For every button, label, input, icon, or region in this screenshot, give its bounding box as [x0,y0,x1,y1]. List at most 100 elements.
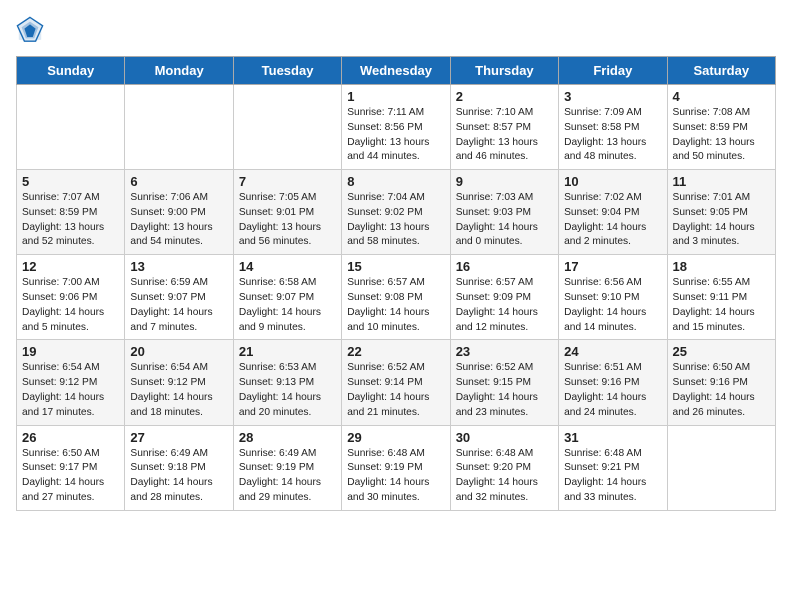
calendar-cell: 5Sunrise: 7:07 AM Sunset: 8:59 PM Daylig… [17,170,125,255]
calendar-cell: 13Sunrise: 6:59 AM Sunset: 9:07 PM Dayli… [125,255,233,340]
calendar-cell: 10Sunrise: 7:02 AM Sunset: 9:04 PM Dayli… [559,170,667,255]
calendar-cell: 26 Sunrise: 6:50 AM Sunset: 9:17 PM Dayli… [17,425,125,510]
calendar-cell: 18 Sunrise: 6:55 AM Sunset: 9:11 PM Dayli… [667,255,775,340]
calendar-week-1: 1Sunrise: 7:11 AM Sunset: 8:56 PM Daylig… [17,85,776,170]
day-info: Sunrise: 6:55 AM Sunset: 9:11 PM Dayligh… [673,276,770,335]
calendar-week-5: 26 Sunrise: 6:50 AM Sunset: 9:17 PM Dayli… [17,425,776,510]
calendar-week-4: 19 Sunrise: 6:54 AM Sunset: 9:12 PM Dayli… [17,340,776,425]
day-info: Sunrise: 7:04 AM Sunset: 9:02 PM Dayligh… [347,191,444,250]
day-number: 8 [347,174,444,189]
weekday-header-monday: Monday [125,57,233,85]
day-number: 2 [456,89,553,104]
day-number: 9 [456,174,553,189]
day-info: Sunrise: 6:49 AM Sunset: 9:18 PM Dayligh… [130,447,227,506]
day-number: 24 [564,344,661,359]
calendar-cell: 15 Sunrise: 6:57 AM Sunset: 9:08 PM Dayli… [342,255,450,340]
day-number: 25 [673,344,770,359]
day-info: Sunrise: 7:02 AM Sunset: 9:04 PM Dayligh… [564,191,661,250]
day-info: Sunrise: 7:07 AM Sunset: 8:59 PM Dayligh… [22,191,119,250]
day-info: Sunrise: 6:56 AM Sunset: 9:10 PM Dayligh… [564,276,661,335]
day-info: Sunrise: 7:01 AM Sunset: 9:05 PM Dayligh… [673,191,770,250]
calendar-cell: 8 Sunrise: 7:04 AM Sunset: 9:02 PM Daylig… [342,170,450,255]
day-info: Sunrise: 6:58 AM Sunset: 9:07 PM Dayligh… [239,276,336,335]
day-info: Sunrise: 6:52 AM Sunset: 9:15 PM Dayligh… [456,361,553,420]
calendar-cell [17,85,125,170]
calendar-cell: 12 Sunrise: 7:00 AM Sunset: 9:06 PM Dayli… [17,255,125,340]
day-number: 23 [456,344,553,359]
day-info: Sunrise: 6:53 AM Sunset: 9:13 PM Dayligh… [239,361,336,420]
logo-icon [16,16,44,44]
day-number: 3 [564,89,661,104]
day-number: 22 [347,344,444,359]
calendar-table: SundayMondayTuesdayWednesdayThursdayFrid… [16,56,776,511]
weekday-row: SundayMondayTuesdayWednesdayThursdayFrid… [17,57,776,85]
weekday-header-thursday: Thursday [450,57,558,85]
calendar-cell: 20Sunrise: 6:54 AM Sunset: 9:12 PM Dayli… [125,340,233,425]
calendar-cell: 27 Sunrise: 6:49 AM Sunset: 9:18 PM Dayli… [125,425,233,510]
calendar-cell: 31Sunrise: 6:48 AM Sunset: 9:21 PM Dayli… [559,425,667,510]
weekday-header-saturday: Saturday [667,57,775,85]
day-number: 6 [130,174,227,189]
day-number: 30 [456,430,553,445]
day-number: 21 [239,344,336,359]
calendar-week-2: 5Sunrise: 7:07 AM Sunset: 8:59 PM Daylig… [17,170,776,255]
calendar-cell: 7 Sunrise: 7:05 AM Sunset: 9:01 PM Daylig… [233,170,341,255]
weekday-header-wednesday: Wednesday [342,57,450,85]
day-number: 18 [673,259,770,274]
calendar-cell: 2 Sunrise: 7:10 AM Sunset: 8:57 PM Daylig… [450,85,558,170]
logo [16,16,48,44]
calendar-cell: 21 Sunrise: 6:53 AM Sunset: 9:13 PM Dayli… [233,340,341,425]
calendar-cell: 6 Sunrise: 7:06 AM Sunset: 9:00 PM Daylig… [125,170,233,255]
day-number: 12 [22,259,119,274]
calendar-cell [125,85,233,170]
day-number: 4 [673,89,770,104]
day-info: Sunrise: 6:52 AM Sunset: 9:14 PM Dayligh… [347,361,444,420]
weekday-header-sunday: Sunday [17,57,125,85]
day-info: Sunrise: 6:48 AM Sunset: 9:19 PM Dayligh… [347,447,444,506]
calendar-cell: 11 Sunrise: 7:01 AM Sunset: 9:05 PM Dayli… [667,170,775,255]
day-info: Sunrise: 7:10 AM Sunset: 8:57 PM Dayligh… [456,106,553,165]
day-info: Sunrise: 7:09 AM Sunset: 8:58 PM Dayligh… [564,106,661,165]
page-header [16,16,776,44]
calendar-cell: 4 Sunrise: 7:08 AM Sunset: 8:59 PM Daylig… [667,85,775,170]
day-info: Sunrise: 7:00 AM Sunset: 9:06 PM Dayligh… [22,276,119,335]
day-number: 17 [564,259,661,274]
day-info: Sunrise: 6:57 AM Sunset: 9:09 PM Dayligh… [456,276,553,335]
day-number: 11 [673,174,770,189]
day-info: Sunrise: 7:06 AM Sunset: 9:00 PM Dayligh… [130,191,227,250]
day-info: Sunrise: 6:57 AM Sunset: 9:08 PM Dayligh… [347,276,444,335]
day-info: Sunrise: 7:11 AM Sunset: 8:56 PM Dayligh… [347,106,444,165]
calendar-cell: 22 Sunrise: 6:52 AM Sunset: 9:14 PM Dayli… [342,340,450,425]
weekday-header-friday: Friday [559,57,667,85]
day-info: Sunrise: 6:59 AM Sunset: 9:07 PM Dayligh… [130,276,227,335]
calendar-cell: 19 Sunrise: 6:54 AM Sunset: 9:12 PM Dayli… [17,340,125,425]
day-number: 19 [22,344,119,359]
day-number: 29 [347,430,444,445]
calendar-cell: 9 Sunrise: 7:03 AM Sunset: 9:03 PM Daylig… [450,170,558,255]
day-info: Sunrise: 7:05 AM Sunset: 9:01 PM Dayligh… [239,191,336,250]
day-info: Sunrise: 7:03 AM Sunset: 9:03 PM Dayligh… [456,191,553,250]
calendar-cell: 28 Sunrise: 6:49 AM Sunset: 9:19 PM Dayli… [233,425,341,510]
day-number: 28 [239,430,336,445]
calendar-cell: 24 Sunrise: 6:51 AM Sunset: 9:16 PM Dayli… [559,340,667,425]
day-info: Sunrise: 6:49 AM Sunset: 9:19 PM Dayligh… [239,447,336,506]
day-info: Sunrise: 7:08 AM Sunset: 8:59 PM Dayligh… [673,106,770,165]
day-number: 20 [130,344,227,359]
calendar-cell [667,425,775,510]
calendar-cell: 16 Sunrise: 6:57 AM Sunset: 9:09 PM Dayli… [450,255,558,340]
weekday-header-tuesday: Tuesday [233,57,341,85]
day-info: Sunrise: 6:48 AM Sunset: 9:20 PM Dayligh… [456,447,553,506]
day-info: Sunrise: 6:50 AM Sunset: 9:16 PM Dayligh… [673,361,770,420]
calendar-cell: 25 Sunrise: 6:50 AM Sunset: 9:16 PM Dayli… [667,340,775,425]
day-info: Sunrise: 6:51 AM Sunset: 9:16 PM Dayligh… [564,361,661,420]
day-info: Sunrise: 6:50 AM Sunset: 9:17 PM Dayligh… [22,447,119,506]
day-number: 15 [347,259,444,274]
calendar-cell: 23 Sunrise: 6:52 AM Sunset: 9:15 PM Dayli… [450,340,558,425]
day-number: 27 [130,430,227,445]
day-number: 16 [456,259,553,274]
day-info: Sunrise: 6:54 AM Sunset: 9:12 PM Dayligh… [22,361,119,420]
day-info: Sunrise: 6:48 AM Sunset: 9:21 PM Dayligh… [564,447,661,506]
day-number: 26 [22,430,119,445]
calendar-cell: 14Sunrise: 6:58 AM Sunset: 9:07 PM Dayli… [233,255,341,340]
day-number: 7 [239,174,336,189]
